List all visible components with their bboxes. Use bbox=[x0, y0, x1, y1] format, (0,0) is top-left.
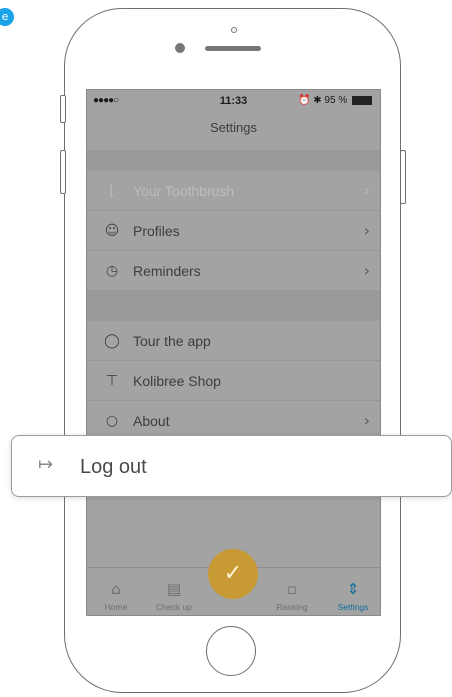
tab-label: Home bbox=[104, 602, 128, 612]
section-spacer bbox=[87, 150, 380, 171]
podium-icon: ▫ bbox=[286, 580, 298, 598]
section-spacer bbox=[87, 291, 380, 321]
row-label: Kolibree Shop bbox=[133, 373, 221, 389]
battery-percent: 95 % bbox=[324, 95, 348, 106]
toothbrush-icon: ⌊ bbox=[109, 183, 115, 199]
cart-icon: ⊤ bbox=[105, 373, 119, 389]
settings-row-reminders[interactable]: ◷ Reminders › bbox=[87, 251, 380, 291]
brush-button[interactable]: ✓ bbox=[208, 549, 258, 599]
side-button-left-2 bbox=[60, 150, 66, 194]
bluetooth-icon: ✱ bbox=[313, 95, 322, 106]
home-button[interactable] bbox=[206, 626, 256, 676]
row-label: Reminders bbox=[133, 263, 201, 279]
home-icon: ⌂ bbox=[111, 580, 121, 598]
settings-row-profiles[interactable]: ☺ Profiles › bbox=[87, 211, 380, 251]
corner-badge: e bbox=[0, 8, 14, 26]
battery-icon bbox=[352, 95, 372, 105]
chevron-right-icon: › bbox=[363, 411, 370, 430]
alarm-clock-icon: ◷ bbox=[105, 263, 119, 279]
logout-icon: ↦ bbox=[38, 454, 54, 475]
app-screen: ●●●●○ 11:33 ⏰ ✱ 95 % Settings ⌊ Your Too… bbox=[86, 89, 381, 616]
side-button-right bbox=[400, 150, 406, 204]
front-camera bbox=[175, 43, 185, 53]
tab-home[interactable]: ⌂ Home bbox=[91, 580, 141, 612]
chevron-right-icon: › bbox=[363, 181, 370, 200]
row-label: About bbox=[133, 413, 170, 429]
row-label: Tour the app bbox=[133, 333, 211, 349]
settings-row-your-toothbrush[interactable]: ⌊ Your Toothbrush › bbox=[87, 171, 380, 211]
logout-highlight[interactable]: ↦ Log out bbox=[11, 435, 452, 497]
tab-settings[interactable]: ⇕ Settings bbox=[328, 580, 378, 612]
tour-icon: ◯ bbox=[104, 333, 120, 349]
proximity-sensor bbox=[231, 27, 237, 33]
chat-bubble-icon: ○ bbox=[105, 413, 119, 429]
chevron-right-icon: › bbox=[363, 261, 370, 280]
tab-check-up[interactable]: ▤ Check up bbox=[149, 580, 199, 612]
toothbrush-icon: ✓ bbox=[223, 561, 243, 586]
side-button-left bbox=[60, 95, 66, 123]
clipboard-icon: ▤ bbox=[166, 580, 182, 598]
tab-label: Ranking bbox=[276, 602, 308, 612]
row-label: Profiles bbox=[133, 223, 180, 239]
settings-row-tour-the-app[interactable]: ◯ Tour the app bbox=[87, 321, 380, 361]
person-icon: ☺ bbox=[104, 223, 120, 239]
status-bar: ●●●●○ 11:33 ⏰ ✱ 95 % bbox=[87, 90, 380, 112]
chevron-right-icon: › bbox=[363, 221, 370, 240]
alarm-icon: ⏰ bbox=[298, 95, 311, 106]
page-title: Settings bbox=[210, 120, 257, 135]
row-label: Your Toothbrush bbox=[133, 183, 235, 199]
earpiece-speaker bbox=[205, 46, 261, 51]
tab-label: Settings bbox=[337, 602, 369, 612]
tab-label: Check up bbox=[156, 602, 192, 612]
tab-ranking[interactable]: ▫ Ranking bbox=[267, 580, 317, 612]
status-right: ⏰ ✱ 95 % bbox=[298, 95, 372, 106]
logout-label: Log out bbox=[80, 456, 147, 478]
settings-row-kolibree-shop[interactable]: ⊤ Kolibree Shop bbox=[87, 361, 380, 401]
sliders-icon: ⇕ bbox=[346, 580, 360, 598]
tab-bar: ⌂ Home ▤ Check up ✓ ▫ Ranking ⇕ Settings bbox=[87, 549, 380, 615]
